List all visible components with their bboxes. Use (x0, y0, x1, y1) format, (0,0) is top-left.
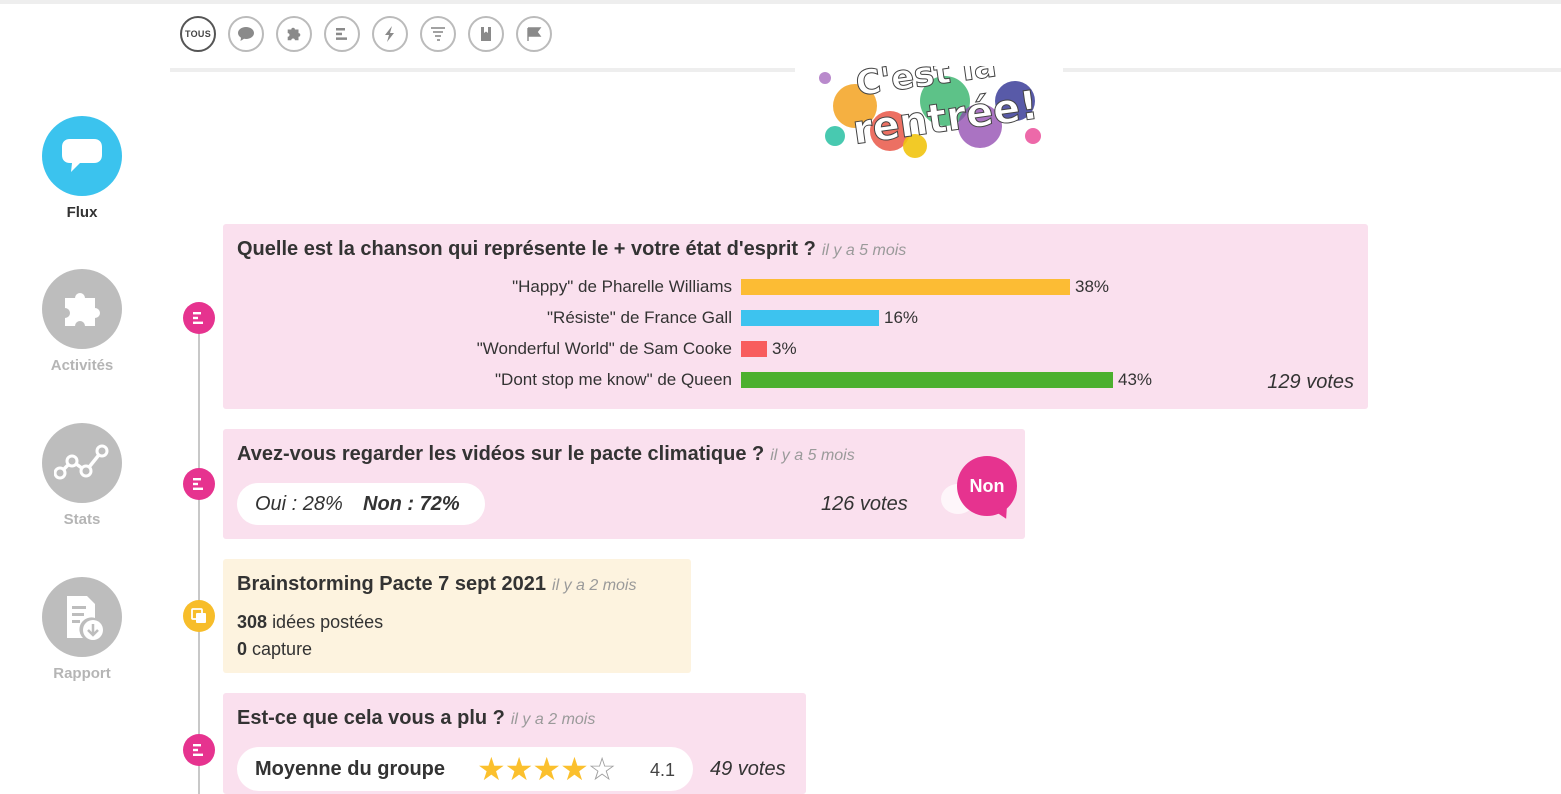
poll-option-label: "Résiste" de France Gall (547, 308, 732, 327)
poll-option-bar (741, 341, 767, 357)
star-filled-icon: ★ (532, 751, 561, 787)
rating-pill: Moyenne du groupe ★★★★☆ 4.1 (237, 747, 693, 791)
poll-option-row: "Wonderful World" de Sam Cooke 3% (223, 340, 1368, 358)
song-poll-card[interactable]: Quelle est la chanson qui représente le … (223, 224, 1368, 409)
poll-icon (336, 28, 347, 40)
puzzle-icon (65, 293, 100, 326)
poll-option-bar (741, 372, 1113, 388)
cards-icon (191, 608, 206, 623)
poll-option-bar (741, 279, 1070, 295)
yes-no-result-pill: Oui : 28% Non : 72% (237, 483, 485, 525)
capture-stat: 0 capture (237, 639, 312, 660)
votes-count: 129 votes (1267, 371, 1354, 393)
timeline-poll-marker (183, 302, 215, 334)
poll-option-row: "Résiste" de France Gall 16% (223, 309, 1368, 327)
filter-activities-button[interactable] (276, 16, 312, 52)
poll-option-bar (741, 310, 879, 326)
group-average-label: Moyenne du groupe (255, 758, 445, 780)
sidebar-item-rapport[interactable]: Rapport (42, 577, 122, 682)
filter-bar: TOUS (170, 10, 1561, 72)
capture-count: 0 (237, 639, 248, 659)
sidebar-activites-circle (42, 269, 122, 349)
speech-bubble-icon (238, 27, 254, 41)
sidebar-item-label: Stats (63, 511, 101, 528)
filter-polls-button[interactable] (324, 16, 360, 52)
card-title: Avez-vous regarder les vidéos sur le pac… (237, 443, 855, 466)
top-border (0, 0, 1561, 4)
poll-option-row: "Dont stop me know" de Queen 43% (223, 371, 1368, 389)
star-filled-icon: ★ (477, 751, 506, 787)
capture-label: capture (252, 639, 313, 659)
card-time-ago: il y a 5 mois (821, 242, 907, 259)
timeline-poll-marker (183, 468, 215, 500)
star-filled-icon: ★ (504, 751, 534, 787)
brainstorming-card[interactable]: Brainstorming Pacte 7 sept 2021 il y a 2 … (223, 559, 691, 673)
filter-goals-button[interactable] (516, 16, 552, 52)
card-title: Quelle est la chanson qui représente le … (237, 238, 906, 261)
sidebar-flux-circle (42, 116, 122, 196)
card-time-ago: il y a 2 mois (510, 711, 596, 728)
poll-option-percent: 3% (772, 339, 797, 358)
sidebar-rapport-circle (42, 577, 122, 657)
sidebar-item-label: Activités (50, 357, 114, 374)
poll-option-label: "Dont stop me know" de Queen (495, 370, 732, 389)
timeline-brainstorm-marker (183, 600, 215, 632)
poll-icon (193, 312, 203, 324)
filter-energizer-button[interactable] (372, 16, 408, 52)
puzzle-icon (287, 27, 301, 41)
bookmark-icon (481, 27, 491, 41)
star-filled-icon: ★ (560, 751, 589, 787)
yes-result: Oui : 28% (255, 493, 343, 515)
star-rating: ★★★★☆ (477, 751, 617, 787)
banner-image: C'est la rentrée! (795, 66, 1063, 162)
card-title-text: Est-ce que cela vous a plu ? (237, 707, 505, 729)
filter-all-button[interactable]: TOUS (180, 16, 216, 52)
no-result: Non : 72% (363, 493, 460, 515)
poll-option-label: "Happy" de Pharelle Williams (512, 277, 732, 296)
sidebar-item-label: Rapport (53, 665, 111, 682)
votes-count: 126 votes (821, 493, 908, 515)
poll-icon (193, 744, 203, 756)
climate-poll-card[interactable]: Avez-vous regarder les vidéos sur le pac… (223, 429, 1025, 539)
tornado-icon (431, 27, 445, 41)
poll-option-row: "Happy" de Pharelle Williams 38% (223, 278, 1368, 296)
card-title-text: Brainstorming Pacte 7 sept 2021 (237, 573, 547, 595)
satisfaction-rating-card[interactable]: Est-ce que cela vous a plu ? il y a 2 moi… (223, 693, 806, 794)
card-title: Brainstorming Pacte 7 sept 2021 il y a 2 … (237, 573, 636, 596)
poll-icon (193, 478, 203, 490)
filter-messages-button[interactable] (228, 16, 264, 52)
star-empty-icon: ☆ (587, 751, 617, 787)
sidebar-item-stats[interactable]: Stats (42, 423, 122, 528)
timeline-poll-marker (183, 734, 215, 766)
poll-option-percent: 43% (1118, 370, 1153, 389)
sidebar-stats-circle (42, 423, 122, 503)
sidebar-item-flux[interactable]: Flux (42, 116, 122, 221)
card-time-ago: il y a 5 mois (770, 447, 855, 464)
stats-line-icon (54, 444, 109, 480)
speech-bubble-icon (62, 139, 102, 172)
timeline-line (198, 318, 200, 794)
report-download-icon (67, 596, 103, 640)
majority-badge-label: Non (969, 475, 1005, 496)
ideas-posted-stat: 308 idées postées (237, 612, 383, 633)
sidebar-item-label: Flux (66, 204, 98, 221)
filter-all-label: TOUS (184, 29, 212, 39)
rating-value: 4.1 (650, 760, 676, 780)
card-time-ago: il y a 2 mois (552, 577, 637, 594)
filter-brainstorm-button[interactable] (420, 16, 456, 52)
ideas-label: idées postées (272, 612, 384, 632)
card-title: Est-ce que cela vous a plu ? il y a 2 moi… (237, 707, 595, 730)
poll-option-percent: 38% (1075, 277, 1110, 296)
flag-icon (527, 27, 542, 41)
poll-option-label: "Wonderful World" de Sam Cooke (476, 339, 732, 358)
votes-count: 49 votes (710, 758, 786, 780)
card-title-text: Avez-vous regarder les vidéos sur le pac… (237, 443, 765, 465)
filter-documents-button[interactable] (468, 16, 504, 52)
sidebar-item-activites[interactable]: Activités (42, 269, 122, 374)
card-title-text: Quelle est la chanson qui représente le … (237, 238, 816, 260)
lightning-icon (385, 26, 394, 42)
poll-option-percent: 16% (884, 308, 919, 327)
ideas-count: 308 (237, 612, 268, 632)
